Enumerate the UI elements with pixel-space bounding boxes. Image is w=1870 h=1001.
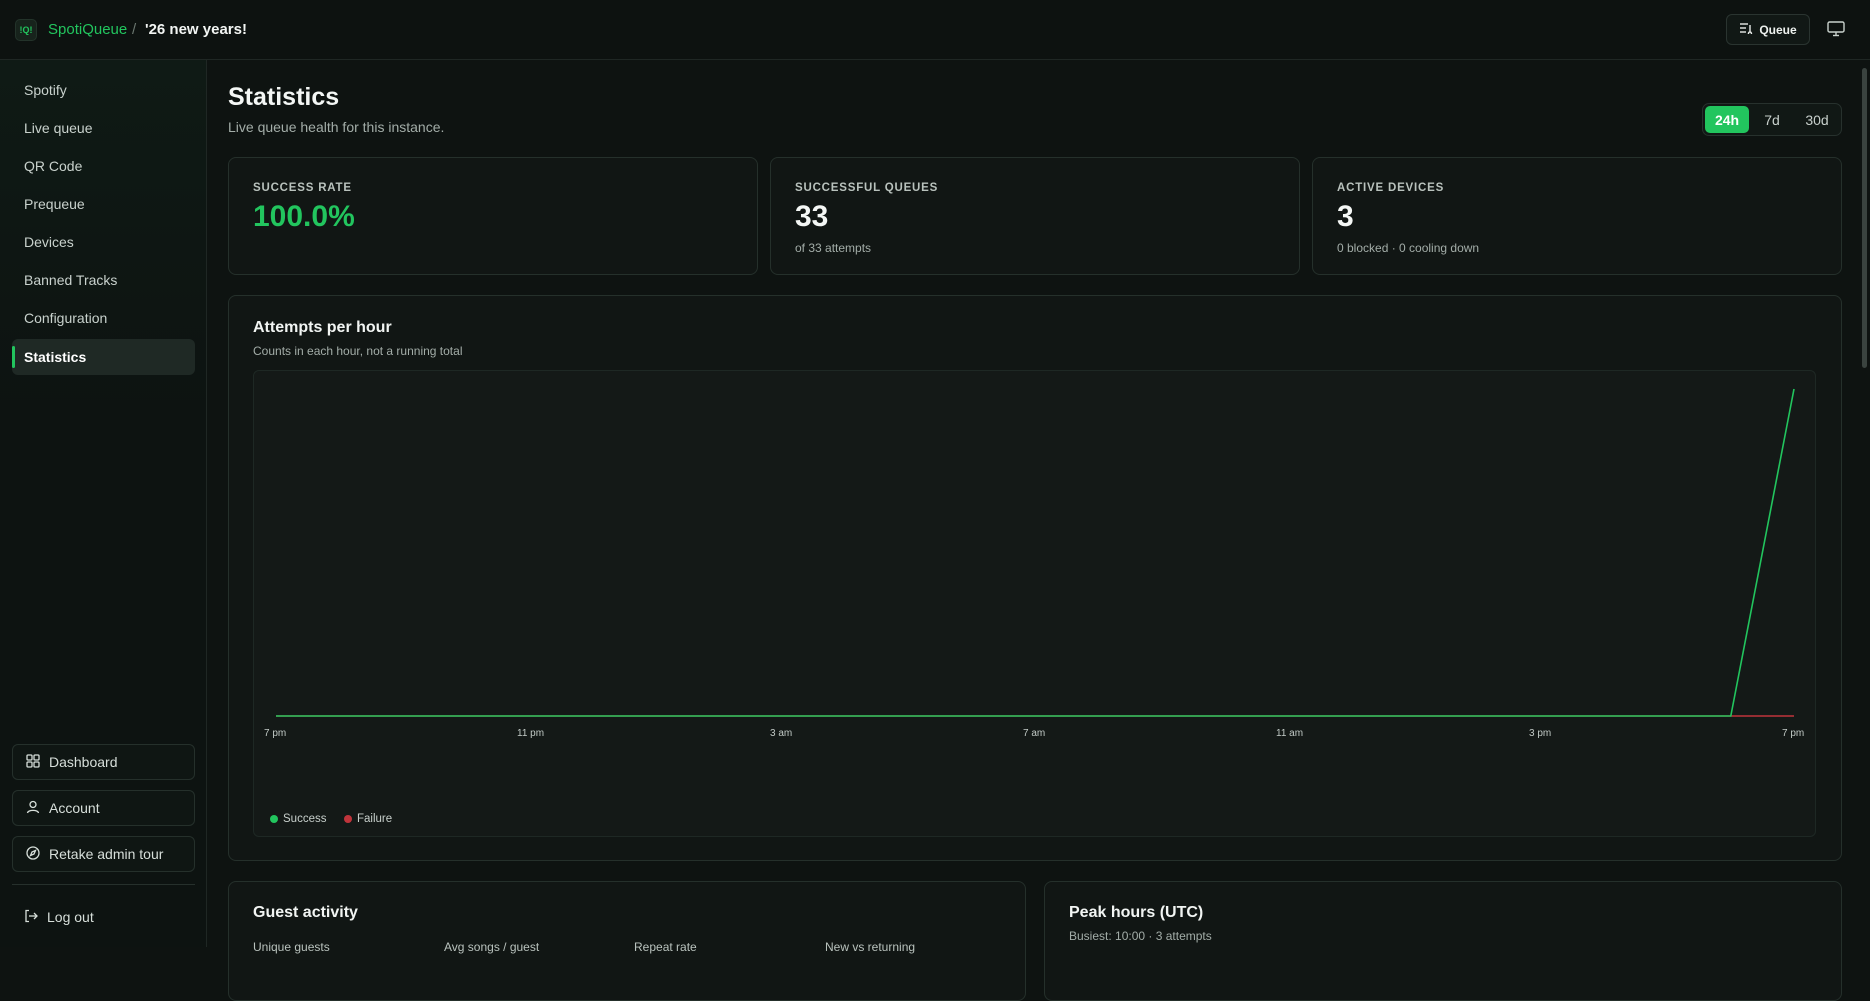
successful-queues-value: 33 [795,200,829,233]
avg-songs-label: Avg songs / guest [444,940,540,954]
sidebar: Spotify Live queue QR Code Prequeue Devi… [0,60,207,947]
brand-name[interactable]: SpotiQueue [48,21,127,38]
top-bar: !Q! SpotiQueue / '26 new years! Queue [0,0,1870,60]
repeat-rate-label: Repeat rate [634,940,697,954]
breadcrumb-separator: / [132,21,137,38]
compass-icon [26,845,40,863]
time-range-selector: 24h 7d 30d [1702,103,1842,136]
success-rate-label: SUCCESS RATE [253,182,352,194]
x-tick-label: 7 pm [1782,728,1805,739]
sidebar-item-configuration[interactable]: Configuration [12,300,195,336]
display-mode-icon[interactable] [1824,17,1848,41]
page-title: Statistics [228,83,340,111]
chart-plot-area[interactable]: 7 pm 11 pm 3 am 7 am 11 am 3 pm 7 pm Success F… [253,370,1816,837]
success-rate-value: 100.0% [253,200,355,233]
chart-subtitle: Counts in each hour, not a running total [253,344,463,358]
retake-tour-label: Retake admin tour [49,846,164,862]
legend-failure-swatch [344,815,352,823]
attempts-chart-card: Attempts per hour Counts in each hour, n… [228,295,1842,861]
logout-label: Log out [47,909,94,925]
sidebar-item-statistics[interactable]: Statistics [12,339,195,375]
guest-activity-card: Guest activity Unique guests Avg songs /… [228,881,1026,1001]
legend-failure-label: Failure [357,813,393,825]
dashboard-label: Dashboard [49,754,118,770]
attempts-line-chart [276,388,1795,717]
x-tick-label: 11 pm [517,728,545,739]
legend-success[interactable]: Success [270,813,326,825]
legend-success-swatch [270,815,278,823]
queue-list-icon [1739,22,1753,37]
sidebar-item-live-queue[interactable]: Live queue [12,110,195,146]
active-devices-value: 3 [1337,200,1354,233]
queue-button[interactable]: Queue [1726,14,1810,45]
series-line-success [276,388,1795,717]
x-tick-label: 7 pm [264,728,287,739]
account-label: Account [49,800,100,816]
legend-success-label: Success [283,813,327,825]
active-devices-label: ACTIVE DEVICES [1337,182,1445,194]
app-logo-icon[interactable]: !Q! [15,19,37,41]
sidebar-item-prequeue[interactable]: Prequeue [12,186,195,222]
dashboard-button[interactable]: Dashboard [12,744,195,780]
active-devices-sub: 0 blocked · 0 cooling down [1337,241,1480,255]
chart-title: Attempts per hour [253,319,392,336]
successful-queues-label: SUCCESSFUL QUEUES [795,182,939,194]
x-tick-label: 3 am [770,728,793,739]
peak-hours-title: Peak hours (UTC) [1069,904,1204,921]
sidebar-item-devices[interactable]: Devices [12,224,195,260]
legend-failure[interactable]: Failure [344,813,392,825]
range-30d-button[interactable]: 30d [1795,106,1839,133]
peak-hours-subtitle: Busiest: 10:00 · 3 attempts [1069,929,1212,943]
page-scrollbar[interactable] [1862,68,1867,368]
success-rate-card: SUCCESS RATE 100.0% [228,157,758,275]
sidebar-item-banned-tracks[interactable]: Banned Tracks [12,262,195,298]
x-tick-label: 7 am [1023,728,1046,739]
new-vs-returning-label: New vs returning [825,940,916,954]
logout-button[interactable]: Log out [12,902,195,932]
successful-queues-card: SUCCESSFUL QUEUES 33 of 33 attempts [770,157,1300,275]
account-button[interactable]: Account [12,790,195,826]
logout-icon [24,909,38,926]
grid-icon [26,753,40,771]
x-tick-label: 3 pm [1529,728,1552,739]
user-icon [26,800,40,817]
queue-button-label: Queue [1759,22,1797,37]
x-tick-label: 11 am [1276,728,1304,739]
instance-title: '26 new years! [145,21,247,38]
retake-tour-button[interactable]: Retake admin tour [12,836,195,872]
unique-guests-label: Unique guests [253,940,330,954]
peak-hours-card: Peak hours (UTC) Busiest: 10:00 · 3 atte… [1044,881,1842,1001]
sidebar-divider [12,884,195,885]
sidebar-item-qr-code[interactable]: QR Code [12,148,195,184]
guest-activity-title: Guest activity [253,904,358,921]
active-devices-card: ACTIVE DEVICES 3 0 blocked · 0 cooling d… [1312,157,1842,275]
sidebar-item-spotify[interactable]: Spotify [12,72,195,108]
page-subtitle: Live queue health for this instance. [228,119,445,135]
range-7d-button[interactable]: 7d [1751,106,1793,133]
range-24h-button[interactable]: 24h [1705,106,1749,133]
successful-queues-sub: of 33 attempts [795,241,872,255]
